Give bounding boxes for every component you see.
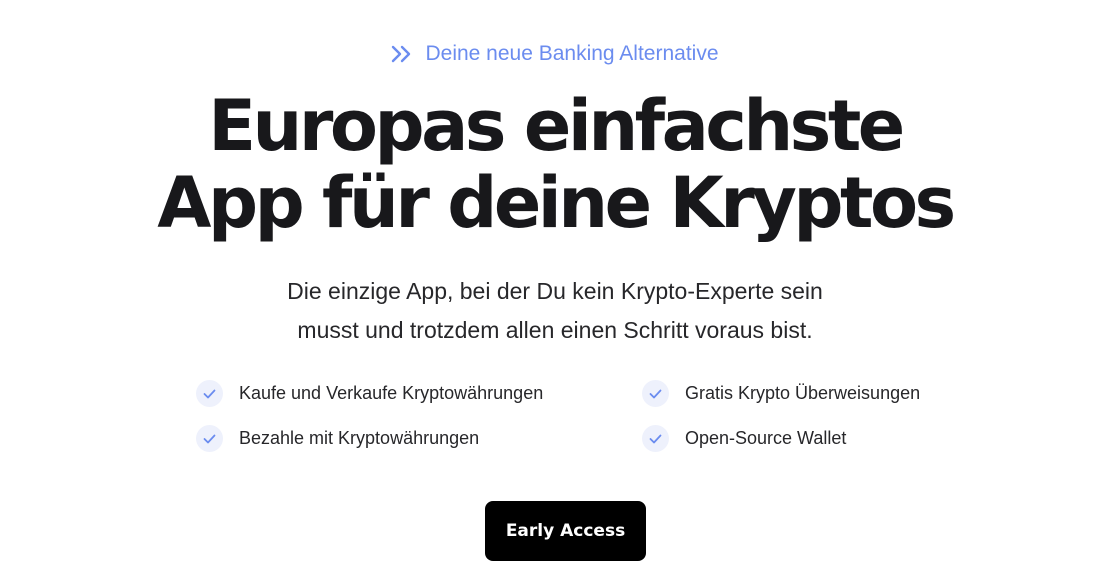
eyebrow-text: Deine neue Banking Alternative [425,42,719,65]
eyebrow-tagline: Deine neue Banking Alternative [0,38,1110,70]
feature-item: Kaufe und Verkaufe Kryptowährungen [196,380,642,407]
feature-label: Bezahle mit Kryptowährungen [239,428,480,448]
feature-list: Kaufe und Verkaufe Kryptowährungen Grati… [196,380,956,452]
subline-line-1: Die einzige App, bei der Du kein Krypto-… [287,278,823,304]
feature-item: Bezahle mit Kryptowährungen [196,425,642,452]
headline-line-2: App für deine Kryptos [157,162,956,244]
check-icon [642,380,669,407]
headline-line-1: Europas einfachste [208,85,905,167]
feature-label: Gratis Krypto Überweisungen [685,383,921,403]
check-icon [196,425,223,452]
check-icon [196,380,223,407]
feature-label: Kaufe und Verkaufe Kryptowährungen [239,383,544,403]
double-chevron-right-icon [391,45,413,63]
hero-subline: Die einzige App, bei der Du kein Krypto-… [0,272,1110,350]
check-icon [642,425,669,452]
hero-headline: Europas einfachste App für deine Kryptos [0,88,1110,242]
early-access-button[interactable]: Early Access [485,501,646,561]
feature-item: Gratis Krypto Überweisungen [642,380,956,407]
feature-item: Open-Source Wallet [642,425,956,452]
feature-label: Open-Source Wallet [685,428,847,448]
subline-line-2: musst und trotzdem allen einen Schritt v… [297,317,813,343]
